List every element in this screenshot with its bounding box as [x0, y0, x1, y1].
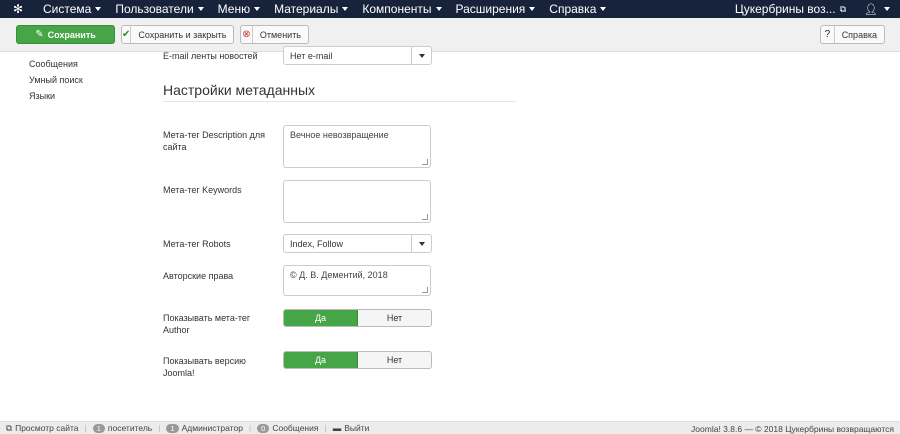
separator: |: [158, 423, 161, 433]
help-button[interactable]: ? Справка: [820, 25, 885, 44]
question-icon: ?: [821, 26, 835, 43]
meta-keywords-textarea[interactable]: [283, 180, 431, 223]
show-author-yes[interactable]: Да: [284, 310, 358, 326]
visitors-badge: 1: [92, 423, 105, 433]
separator: |: [84, 423, 87, 433]
email-feed-label: E-mail ленты новостей: [163, 51, 258, 61]
footer-copyright: Joomla! 3.8.6 — © 2018 Цукербрины возвра…: [691, 423, 894, 434]
rights-textarea[interactable]: © Д. В. Дементий, 2018: [283, 265, 431, 296]
save-and-close-button[interactable]: ✔ Сохранить и закрыть: [121, 25, 234, 44]
meta-description-label: Мета-тег Description для сайта: [163, 130, 266, 152]
email-feed-select[interactable]: Нет e-mail: [283, 46, 432, 65]
sidebar-item-smart-search[interactable]: Умный поиск: [29, 74, 83, 90]
toolbar: ✎ Сохранить ✔ Сохранить и закрыть ⊗ Отме…: [0, 18, 900, 52]
status-bar: ⧉ Просмотр сайта | 1 посетитель | 1 Адми…: [0, 421, 900, 434]
external-link-icon: ⧉: [6, 422, 13, 433]
caret-down-icon: [197, 7, 204, 11]
section-title: Настройки метаданных: [163, 82, 316, 98]
navbar-right: Цукербрины воз... ⧉ 👤︎: [735, 0, 890, 18]
external-link-icon: ⧉: [839, 3, 847, 14]
menu-components[interactable]: Компоненты: [355, 2, 448, 16]
admins-badge: 1: [166, 423, 179, 433]
save-button[interactable]: ✎ Сохранить: [16, 25, 115, 44]
user-icon: 👤︎: [864, 3, 878, 16]
edit-icon: ✎: [35, 29, 44, 40]
sidebar-item-languages[interactable]: Языки: [29, 90, 83, 106]
show-author-label: Показывать мета-тег Author: [163, 313, 251, 335]
user-menu[interactable]: 👤︎: [864, 3, 890, 16]
meta-keywords-label: Мета-тег Keywords: [163, 185, 242, 195]
chevron-down-icon: [411, 47, 431, 64]
caret-down-icon: [95, 7, 102, 11]
show-version-label: Показывать версию Joomla!: [163, 356, 246, 378]
visitors-link[interactable]: 1 посетитель: [92, 423, 152, 433]
show-author-toggle: Да Нет: [283, 309, 432, 327]
section-divider: [163, 101, 516, 102]
rights-label: Авторские права: [163, 271, 234, 281]
menu-content[interactable]: Материалы: [267, 2, 355, 16]
site-link[interactable]: Цукербрины воз... ⧉: [735, 2, 846, 16]
admins-link[interactable]: 1 Администратор: [166, 423, 243, 433]
caret-down-icon: [342, 7, 349, 11]
top-navbar: ✻ Система Пользователи Меню Материалы Ко…: [0, 0, 900, 18]
meta-robots-label: Мета-тег Robots: [163, 239, 231, 249]
cancel-icon: ⊗: [241, 26, 253, 43]
caret-down-icon: [529, 7, 536, 11]
sidebar: Сообщения Умный поиск Языки: [29, 58, 83, 106]
preview-site-link[interactable]: ⧉ Просмотр сайта: [6, 423, 79, 434]
caret-down-icon: [435, 7, 442, 11]
cancel-button[interactable]: ⊗ Отменить: [240, 25, 309, 44]
messages-badge: 0: [257, 423, 270, 433]
meta-description-textarea[interactable]: Вечное невозвращение: [283, 125, 431, 168]
menu-help[interactable]: Справка: [542, 2, 613, 16]
separator: |: [248, 423, 252, 433]
meta-robots-select[interactable]: Index, Follow: [283, 234, 432, 253]
menu-menus[interactable]: Меню: [211, 2, 267, 16]
logout-link[interactable]: ▬ Выйти: [333, 423, 370, 433]
main-menu: Система Пользователи Меню Материалы Комп…: [36, 0, 613, 18]
show-version-no[interactable]: Нет: [358, 352, 431, 368]
show-author-no[interactable]: Нет: [358, 310, 431, 326]
minus-icon: ▬: [332, 423, 342, 433]
chevron-down-icon: [411, 235, 431, 252]
joomla-logo-icon[interactable]: ✻: [0, 0, 36, 18]
messages-link[interactable]: 0 Сообщения: [257, 423, 318, 433]
caret-down-icon: [600, 7, 607, 11]
sidebar-item-messages[interactable]: Сообщения: [29, 58, 83, 74]
caret-down-icon: [884, 7, 890, 11]
caret-down-icon: [254, 7, 261, 11]
separator: |: [324, 423, 327, 433]
menu-users[interactable]: Пользователи: [108, 2, 210, 16]
menu-system[interactable]: Система: [36, 2, 108, 16]
show-version-toggle: Да Нет: [283, 351, 432, 369]
show-version-yes[interactable]: Да: [284, 352, 358, 368]
menu-extensions[interactable]: Расширения: [449, 2, 543, 16]
checkmark-icon: ✔: [122, 26, 132, 43]
